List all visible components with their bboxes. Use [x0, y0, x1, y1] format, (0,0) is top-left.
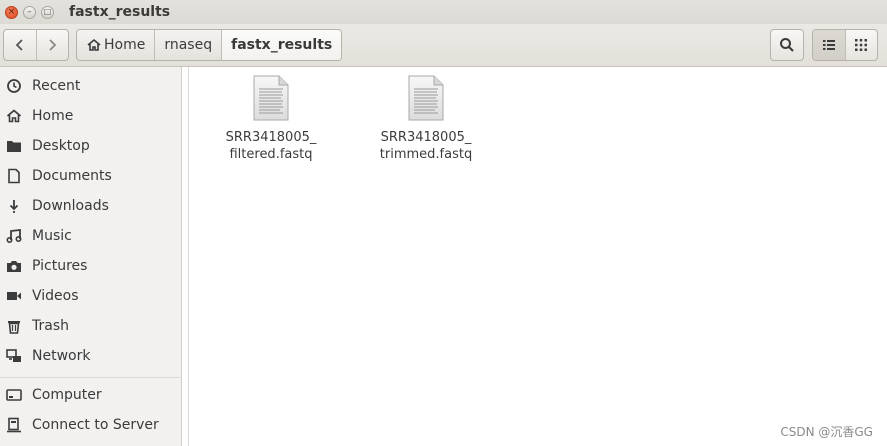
file-item[interactable]: SRR3418005_ trimmed.fastq: [366, 75, 486, 163]
minimize-window-button[interactable]: –: [23, 5, 36, 19]
chevron-left-icon: [15, 39, 23, 51]
download-icon: [6, 198, 22, 214]
sidebar-item-label: Connect to Server: [32, 417, 159, 433]
file-name-line: SRR3418005_: [225, 130, 317, 145]
close-window-button[interactable]: ×: [5, 5, 18, 19]
file-name-line: filtered.fastq: [229, 147, 313, 162]
forward-button[interactable]: [35, 30, 69, 60]
search-button[interactable]: [770, 29, 804, 61]
view-switcher: [812, 29, 878, 61]
minimize-icon: –: [27, 6, 32, 17]
sidebar-item-videos[interactable]: Videos: [0, 283, 182, 309]
sidebar-item-home[interactable]: Home: [0, 103, 182, 129]
file-view: SRR3418005_ filtered.fastq SRR3418005_ t…: [189, 67, 887, 446]
grid-view-icon: [855, 39, 868, 51]
trash-icon: [6, 318, 22, 334]
text-file-icon: [253, 75, 289, 121]
folder-icon: [6, 138, 22, 154]
chevron-right-icon: [49, 39, 57, 51]
sidebar-item-downloads[interactable]: Downloads: [0, 193, 182, 219]
search-icon: [780, 38, 794, 52]
sidebar-item-desktop[interactable]: Desktop: [0, 133, 182, 159]
sidebar-item-pictures[interactable]: Pictures: [0, 253, 182, 279]
back-button[interactable]: [4, 30, 36, 60]
camera-icon: [6, 258, 22, 274]
file-name: SRR3418005_ trimmed.fastq: [380, 129, 472, 163]
home-icon: [87, 38, 101, 51]
list-view-icon: [822, 40, 835, 50]
sidebar-item-documents[interactable]: Documents: [0, 163, 182, 189]
sidebar-item-label: Recent: [32, 78, 81, 94]
server-icon: [6, 417, 22, 433]
sidebar-item-recent[interactable]: Recent: [0, 73, 182, 99]
file-name-line: trimmed.fastq: [379, 147, 473, 162]
close-icon: ×: [7, 6, 16, 17]
sidebar-item-label: Music: [32, 228, 72, 244]
breadcrumb: Home rnaseq fastx_results: [76, 29, 343, 61]
sidebar-item-network[interactable]: Network: [0, 343, 182, 369]
toolbar: Home rnaseq fastx_results: [0, 24, 887, 67]
sidebar-item-label: Documents: [32, 168, 112, 184]
document-icon: [6, 168, 22, 184]
sidebar-item-label: Videos: [32, 288, 79, 304]
breadcrumb-label: fastx_results: [231, 37, 333, 53]
maximize-icon: □: [43, 7, 52, 16]
sidebar-item-label: Trash: [32, 318, 69, 334]
video-icon: [6, 288, 22, 304]
sidebar-item-label: Desktop: [32, 138, 90, 154]
sidebar-item-label: Network: [32, 348, 91, 364]
sidebar-item-label: Downloads: [32, 198, 109, 214]
sidebar-item-label: Computer: [32, 387, 102, 403]
sidebar-item-computer[interactable]: Computer: [0, 382, 182, 408]
breadcrumb-label: rnaseq: [164, 37, 213, 53]
watermark: CSDN @沉香GG: [780, 425, 873, 439]
file-item[interactable]: SRR3418005_ filtered.fastq: [211, 75, 331, 163]
history-nav: [3, 29, 69, 61]
home-icon: [6, 108, 22, 124]
network-icon: [6, 348, 22, 364]
clock-icon: [6, 78, 22, 94]
grid-view-button[interactable]: [844, 30, 878, 60]
sidebar-divider: [0, 377, 182, 378]
drive-icon: [6, 387, 22, 403]
file-name: SRR3418005_ filtered.fastq: [226, 129, 317, 163]
title-bar: × – □ fastx_results: [0, 0, 887, 24]
list-view-button[interactable]: [813, 30, 845, 60]
music-icon: [6, 228, 22, 244]
breadcrumb-current[interactable]: fastx_results: [221, 30, 342, 60]
breadcrumb-home[interactable]: Home: [77, 30, 154, 60]
sidebar-item-label: Home: [32, 108, 74, 124]
maximize-window-button[interactable]: □: [41, 5, 54, 19]
sidebar-item-music[interactable]: Music: [0, 223, 182, 249]
breadcrumb-rnaseq[interactable]: rnaseq: [154, 30, 221, 60]
window-title: fastx_results: [69, 4, 171, 20]
text-file-icon: [408, 75, 444, 121]
breadcrumb-label: Home: [104, 37, 146, 53]
sidebar-item-label: Pictures: [32, 258, 88, 274]
file-name-line: SRR3418005_: [380, 130, 472, 145]
sidebar-item-connect-to-server[interactable]: Connect to Server: [0, 412, 182, 438]
sidebar: Recent Home Desktop Documents Downloads …: [0, 67, 182, 446]
sidebar-item-trash[interactable]: Trash: [0, 313, 182, 339]
